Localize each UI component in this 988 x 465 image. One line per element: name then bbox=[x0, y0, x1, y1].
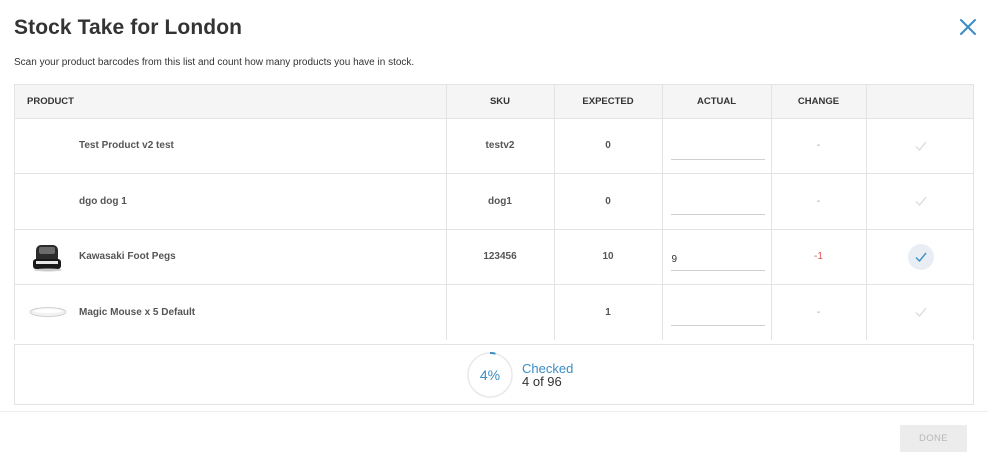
table-row: Test Product v2 test testv2 0 - bbox=[15, 118, 973, 174]
stock-table-container[interactable]: PRODUCT SKU EXPECTED ACTUAL CHANGE Test … bbox=[14, 84, 974, 340]
product-name: dgo dog 1 bbox=[79, 195, 127, 207]
column-header-change: CHANGE bbox=[771, 85, 867, 119]
page-subtitle: Scan your product barcodes from this lis… bbox=[14, 57, 415, 68]
progress-count: 4 of 96 bbox=[522, 374, 562, 389]
check-icon[interactable] bbox=[908, 188, 934, 214]
check-icon[interactable] bbox=[907, 243, 934, 270]
status-cell bbox=[866, 118, 973, 174]
table-row: Magic Mouse x 5 Default 1 - bbox=[15, 284, 973, 340]
table-row: dgo dog 1 dog1 0 - bbox=[15, 173, 973, 230]
expected-cell: 0 bbox=[554, 173, 663, 230]
actual-count-input[interactable] bbox=[670, 304, 765, 327]
expected-cell: 0 bbox=[554, 118, 663, 174]
change-cell: - bbox=[771, 118, 867, 174]
actual-cell bbox=[662, 229, 772, 285]
status-cell bbox=[866, 229, 973, 285]
progress-panel: 4% Checked 4 of 96 bbox=[14, 344, 974, 405]
actual-count-input[interactable] bbox=[670, 193, 765, 216]
status-cell bbox=[866, 284, 973, 340]
actual-cell bbox=[662, 173, 772, 230]
product-name: Kawasaki Foot Pegs bbox=[79, 251, 176, 263]
mouse-image bbox=[29, 297, 67, 327]
product-cell: Kawasaki Foot Pegs bbox=[15, 229, 447, 285]
table-row: Kawasaki Foot Pegs 123456 10 -1 bbox=[15, 229, 973, 285]
footer-divider bbox=[0, 411, 988, 412]
close-icon[interactable] bbox=[958, 17, 978, 37]
page-title: Stock Take for London bbox=[14, 16, 243, 39]
sku-cell bbox=[446, 284, 555, 340]
actual-count-input[interactable] bbox=[670, 248, 765, 271]
product-cell: dgo dog 1 bbox=[15, 173, 447, 230]
product-name: Magic Mouse x 5 Default bbox=[79, 306, 196, 318]
status-cell bbox=[866, 173, 973, 230]
product-name: Test Product v2 test bbox=[79, 140, 174, 152]
actual-cell bbox=[662, 118, 772, 174]
done-button[interactable]: DONE bbox=[900, 425, 967, 452]
change-cell: - bbox=[771, 173, 867, 230]
column-header-product: PRODUCT bbox=[15, 85, 447, 119]
actual-count-input[interactable] bbox=[670, 137, 765, 160]
label-printer-image bbox=[29, 242, 67, 272]
column-header-actual: ACTUAL bbox=[662, 85, 772, 119]
column-header-expected: EXPECTED bbox=[554, 85, 663, 119]
change-cell: - bbox=[771, 284, 867, 340]
sku-cell: testv2 bbox=[446, 118, 555, 174]
expected-cell: 10 bbox=[554, 229, 663, 285]
column-header-status bbox=[866, 85, 973, 119]
stock-table: PRODUCT SKU EXPECTED ACTUAL CHANGE Test … bbox=[15, 85, 973, 340]
expected-cell: 1 bbox=[554, 284, 663, 340]
sku-cell: 123456 bbox=[446, 229, 555, 285]
check-icon[interactable] bbox=[908, 299, 934, 325]
check-icon[interactable] bbox=[908, 133, 934, 159]
product-cell: Magic Mouse x 5 Default bbox=[15, 284, 447, 340]
product-cell: Test Product v2 test bbox=[15, 118, 447, 174]
progress-percent: 4% bbox=[479, 367, 501, 383]
change-cell: -1 bbox=[771, 229, 867, 285]
sku-cell: dog1 bbox=[446, 173, 555, 230]
actual-cell bbox=[662, 284, 772, 340]
table-header-row: PRODUCT SKU EXPECTED ACTUAL CHANGE bbox=[15, 85, 973, 119]
column-header-sku: SKU bbox=[446, 85, 555, 119]
